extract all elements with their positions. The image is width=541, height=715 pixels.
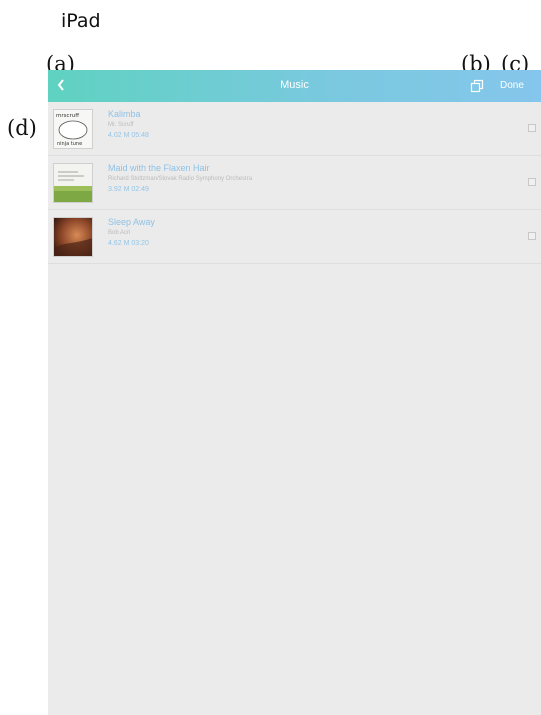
album-art-kalimba: mrscruff ninja tune	[53, 109, 93, 149]
song-artist: Mr. Scruff	[108, 122, 134, 128]
svg-text:ninja tune: ninja tune	[57, 141, 82, 147]
done-button[interactable]: Done	[500, 80, 524, 91]
song-title: Sleep Away	[108, 217, 155, 227]
song-title: Kalimba	[108, 109, 141, 119]
song-meta: 4.62 M 03:20	[108, 240, 149, 247]
select-checkbox[interactable]	[528, 232, 536, 240]
album-art-maid-with-the-flaxen-hair	[53, 163, 93, 203]
song-title: Maid with the Flaxen Hair	[108, 163, 210, 173]
device-label: iPad	[61, 10, 101, 32]
navigation-bar: Music Done	[48, 70, 541, 102]
song-meta: 3.92 M 02:49	[108, 186, 149, 193]
copy-icon	[470, 79, 484, 93]
song-row[interactable]: mrscruff ninja tune Kalimba Mr. Scruff 4…	[48, 102, 541, 156]
page-title: Music	[280, 79, 309, 91]
album-art-sleep-away	[53, 217, 93, 257]
song-artist: Richard Stoltzman/Slovak Radio Symphony …	[108, 176, 253, 182]
callout-d: (d)	[7, 116, 37, 140]
ipad-screen: Music Done mrscruff ninja tune Kalimba M…	[48, 70, 541, 715]
select-checkbox[interactable]	[528, 178, 536, 186]
copy-button[interactable]	[470, 79, 484, 93]
song-artist: Bob Acri	[108, 230, 131, 236]
song-meta: 4.02 M 05:48	[108, 132, 149, 139]
svg-text:mrscruff: mrscruff	[56, 113, 79, 119]
select-checkbox[interactable]	[528, 124, 536, 132]
song-row[interactable]: Maid with the Flaxen Hair Richard Stoltz…	[48, 156, 541, 210]
song-row[interactable]: Sleep Away Bob Acri 4.62 M 03:20	[48, 210, 541, 264]
song-list: mrscruff ninja tune Kalimba Mr. Scruff 4…	[48, 102, 541, 264]
